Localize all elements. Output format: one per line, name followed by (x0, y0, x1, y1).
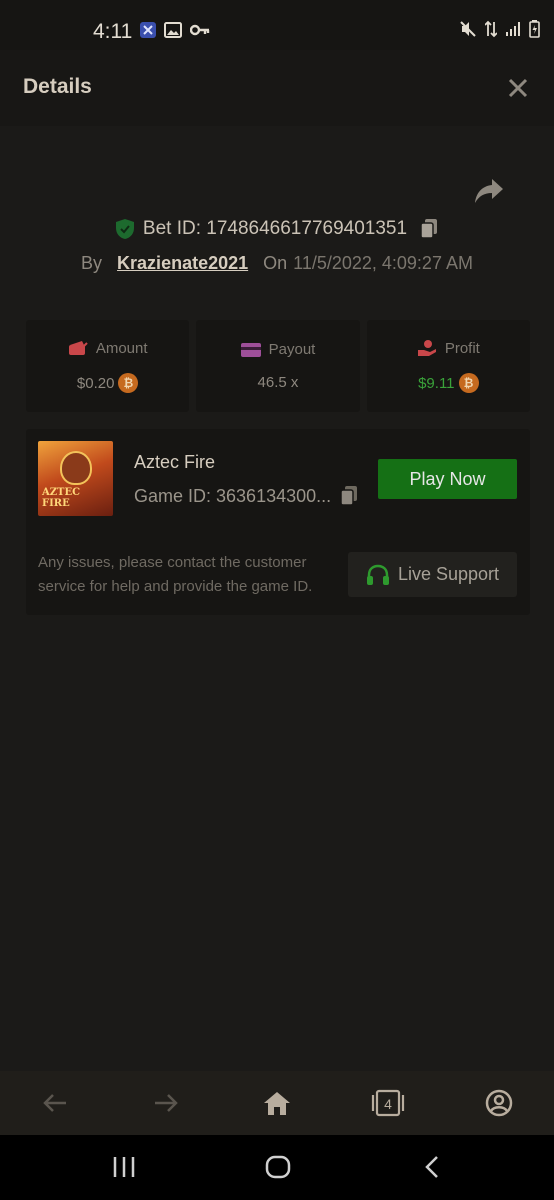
x-app-icon (140, 22, 156, 38)
hand-coin-icon (417, 340, 436, 356)
share-icon[interactable] (474, 177, 504, 205)
card-icon (240, 342, 261, 357)
payout-label: Payout (268, 341, 316, 358)
bet-owner-row: By Krazienate2021 On 11/5/2022, 4:09:27 … (0, 248, 554, 278)
bet-id-label: Bet ID: 1748646617769401351 (142, 218, 408, 239)
shield-check-icon (115, 219, 134, 239)
back-system-icon[interactable] (422, 1155, 442, 1179)
profit-value: $9.11 (418, 374, 455, 392)
bet-date: 11/5/2022, 4:09:27 AM (293, 252, 473, 273)
profit-card: Profit $9.11 ₿ (366, 320, 530, 412)
tabs-icon: 4 (371, 1089, 404, 1117)
user-circle-icon (485, 1089, 512, 1117)
bet-id-row: Bet ID: 1748646617769401351 (0, 214, 554, 244)
profit-label: Profit (444, 339, 480, 357)
wallet-out-icon (68, 341, 88, 355)
arrow-right-icon (155, 1094, 178, 1112)
bitcoin-icon: ₿ (118, 373, 139, 393)
payout-value: 46.5 x (257, 374, 299, 391)
amount-label: Amount (95, 339, 148, 357)
play-now-button[interactable]: Play Now (378, 459, 517, 499)
tabs-button[interactable]: 4 (368, 1083, 408, 1123)
account-button[interactable] (479, 1083, 519, 1123)
username-link[interactable]: Krazienate2021 (117, 253, 248, 274)
game-id: Game ID: 3636134300... (134, 485, 332, 506)
payout-card: Payout 46.5 x (196, 320, 360, 412)
amount-card: Amount $0.20 ₿ (26, 320, 190, 412)
copy-icon[interactable] (339, 485, 359, 507)
arrow-left-icon (43, 1094, 67, 1112)
amount-value: $0.20 (76, 374, 115, 392)
details-header: Details (0, 50, 554, 126)
by-label: By (81, 252, 103, 273)
support-notice: Any issues, please contact the customer … (38, 554, 313, 595)
system-nav-bar (0, 1135, 554, 1200)
live-support-button[interactable]: Live Support (348, 552, 517, 597)
mute-icon (460, 21, 476, 37)
game-card: AZTEC FIRE Aztec Fire Game ID: 363613430… (26, 429, 530, 615)
recents-icon[interactable] (112, 1155, 136, 1179)
home-system-icon[interactable] (265, 1155, 291, 1179)
image-icon (164, 22, 182, 38)
signal-icon (506, 22, 520, 36)
game-thumbnail[interactable]: AZTEC FIRE (38, 441, 113, 516)
key-icon (190, 24, 210, 36)
back-button[interactable] (35, 1083, 75, 1123)
forward-button[interactable] (146, 1083, 186, 1123)
game-name: Aztec Fire (134, 452, 216, 472)
bitcoin-icon: ₿ (458, 373, 479, 393)
battery-icon (529, 20, 540, 38)
status-bar: 4:11 (0, 0, 554, 50)
home-icon (263, 1092, 290, 1115)
thumb-text-line1: AZTEC (42, 487, 81, 498)
bet-stats: Amount $0.20 ₿ Payout 46.5 x Profit $9.1… (26, 320, 530, 412)
status-time: 4:11 (93, 20, 133, 43)
headset-icon (366, 564, 389, 585)
on-label: On (263, 252, 288, 273)
tab-count: 4 (384, 1096, 392, 1112)
home-button[interactable] (257, 1083, 297, 1123)
page-title: Details (23, 75, 92, 98)
live-support-label: Live Support (397, 564, 500, 584)
browser-bottom-nav: 4 (0, 1071, 554, 1135)
data-arrows-icon (485, 20, 497, 38)
thumb-text-line2: FIRE (42, 498, 70, 509)
close-icon[interactable] (506, 76, 530, 100)
copy-icon[interactable] (419, 218, 439, 240)
